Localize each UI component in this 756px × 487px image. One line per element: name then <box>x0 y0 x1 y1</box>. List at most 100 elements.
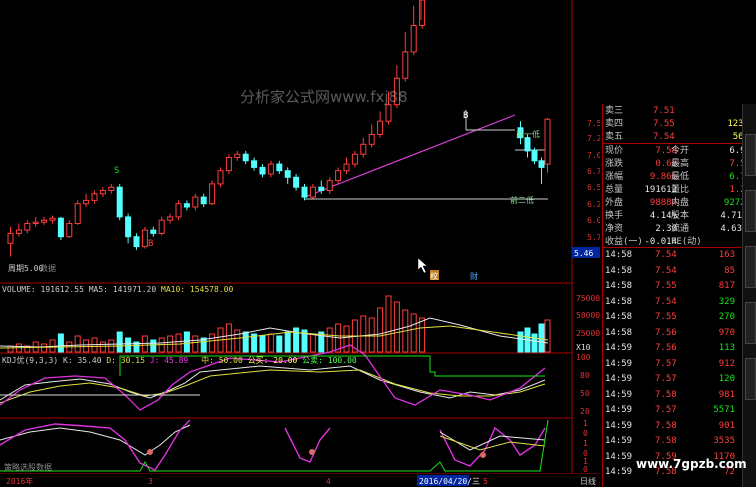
svg-text:100: 100 <box>576 353 591 362</box>
volume-bar <box>267 333 274 353</box>
volume-bar <box>7 345 14 353</box>
candle-body <box>150 229 157 234</box>
volume-bar <box>385 295 392 353</box>
candle-body <box>74 203 81 224</box>
svg-text:6.75: 6.75 <box>587 167 600 176</box>
quote-stat-row: 涨幅 9.86% 最低 6.77 <box>605 172 751 182</box>
svg-text:25000: 25000 <box>576 329 600 338</box>
candle-body <box>125 216 132 238</box>
svg-text:50000: 50000 <box>576 311 600 320</box>
volume-bar <box>99 341 106 353</box>
volume-bar <box>116 331 123 353</box>
tick-row: 14:59 7.57 912 B <box>605 358 749 369</box>
candle-body <box>377 120 384 135</box>
tick-row: 14:58 7.54 85 B <box>605 265 749 276</box>
svg-text:5.75: 5.75 <box>587 233 600 242</box>
volume-bar <box>419 317 426 353</box>
svg-text:80: 80 <box>580 371 590 380</box>
candle-body <box>524 137 531 152</box>
ask-row[interactable]: 卖四 7.55 1232 <box>603 118 753 131</box>
volume-bar <box>242 331 249 353</box>
footer-watermark: www.7gpzb.com <box>636 457 747 471</box>
period-low-suffix: 数据 <box>40 263 56 273</box>
volume-bar <box>150 339 157 353</box>
candle-body <box>99 190 106 195</box>
svg-text:5: 5 <box>483 477 488 486</box>
svg-text:20: 20 <box>580 407 590 416</box>
volume-bar <box>360 315 367 353</box>
candle-body <box>385 104 392 122</box>
candle-body <box>200 196 207 205</box>
svg-text:6.25: 6.25 <box>587 200 600 209</box>
zoom-icon[interactable] <box>745 302 756 344</box>
chart-toolbar-icon[interactable] <box>745 134 756 176</box>
volume-bar <box>259 335 266 353</box>
chart-area[interactable]: S B B 前一低 前二低 周期5.00 数据 权 财 75000 50000 … <box>0 0 600 487</box>
tick-row: 14:58 7.55 817 B <box>605 281 749 291</box>
svg-text:1: 1 <box>583 439 588 448</box>
side-toolbar <box>742 104 756 487</box>
tick-row: 14:59 7.58 3535 B <box>605 436 749 446</box>
candle-body <box>116 186 123 218</box>
svg-text:0: 0 <box>583 429 588 438</box>
svg-text:2016/04/20/三: 2016/04/20/三 <box>419 477 480 486</box>
candle-body <box>284 170 291 178</box>
candle-body <box>544 118 551 165</box>
candle-body <box>538 160 545 168</box>
volume-bar <box>74 335 81 353</box>
svg-text:7.50: 7.50 <box>587 119 600 128</box>
candle-body <box>91 193 98 201</box>
volume-bar <box>276 335 283 353</box>
ask-row[interactable]: 卖三 7.51 2 <box>603 105 753 118</box>
candle-body <box>293 176 300 188</box>
candle-body <box>83 199 90 205</box>
kdj-header: KDJ优(9,3,3) K: 35.40 D: 30.15 J: 45.89 中… <box>2 356 357 365</box>
period-selector[interactable]: 日线 <box>580 476 596 486</box>
volume-bar <box>183 331 190 353</box>
candle-body <box>301 186 308 198</box>
date-label-year: 2016年 <box>6 476 33 486</box>
candle-body <box>351 153 358 165</box>
candle-body <box>531 150 538 162</box>
indicator-icon[interactable] <box>745 246 756 288</box>
volume-bar <box>309 333 316 353</box>
svg-text:7.00: 7.00 <box>587 151 600 160</box>
f10-icon[interactable] <box>745 358 756 400</box>
candle-body <box>419 0 426 26</box>
candle-body <box>234 153 241 158</box>
volume-bar <box>544 319 551 353</box>
candle-body <box>133 236 140 248</box>
candle-body <box>192 196 199 208</box>
volume-bar <box>326 327 333 353</box>
volume-bar <box>234 329 241 353</box>
svg-text:7.25: 7.25 <box>587 134 600 143</box>
tick-row: 14:59 7.56 113 S <box>605 343 749 353</box>
candle-body <box>343 163 350 172</box>
candle-body <box>368 133 375 145</box>
volume-bar <box>538 323 545 353</box>
volume-bar <box>141 335 148 353</box>
candle-body <box>41 219 48 223</box>
quote-panel: 卖三 7.51 2卖四 7.55 1232卖五 7.54 566 现价 7.58… <box>602 104 751 487</box>
svg-text:权: 权 <box>430 271 438 281</box>
svg-text:4: 4 <box>326 477 331 486</box>
svg-text:6.00: 6.00 <box>587 216 600 225</box>
buy-signal-marker: B <box>148 239 153 249</box>
volume-bar <box>192 335 199 353</box>
candle-body <box>318 186 325 191</box>
candle-body <box>242 153 249 162</box>
volume-bar <box>175 333 182 353</box>
tick-row: 14:59 7.58 901 B <box>605 420 749 431</box>
volume-header: VOLUME: 191612.55 MA5: 141971.20 MA10: 1… <box>2 285 234 294</box>
candle-body <box>410 25 417 53</box>
volume-bar <box>225 323 232 353</box>
candle-body <box>209 183 216 205</box>
volume-bar <box>517 331 524 353</box>
candle-body <box>66 223 73 238</box>
quote-stat-row: 外盘 98884 内盘 92728 <box>605 198 751 208</box>
draw-tools-icon[interactable] <box>745 190 756 232</box>
svg-text:5.46: 5.46 <box>574 249 593 258</box>
volume-bar <box>83 339 90 353</box>
candle-body <box>259 166 266 175</box>
svg-text:1: 1 <box>583 419 588 428</box>
